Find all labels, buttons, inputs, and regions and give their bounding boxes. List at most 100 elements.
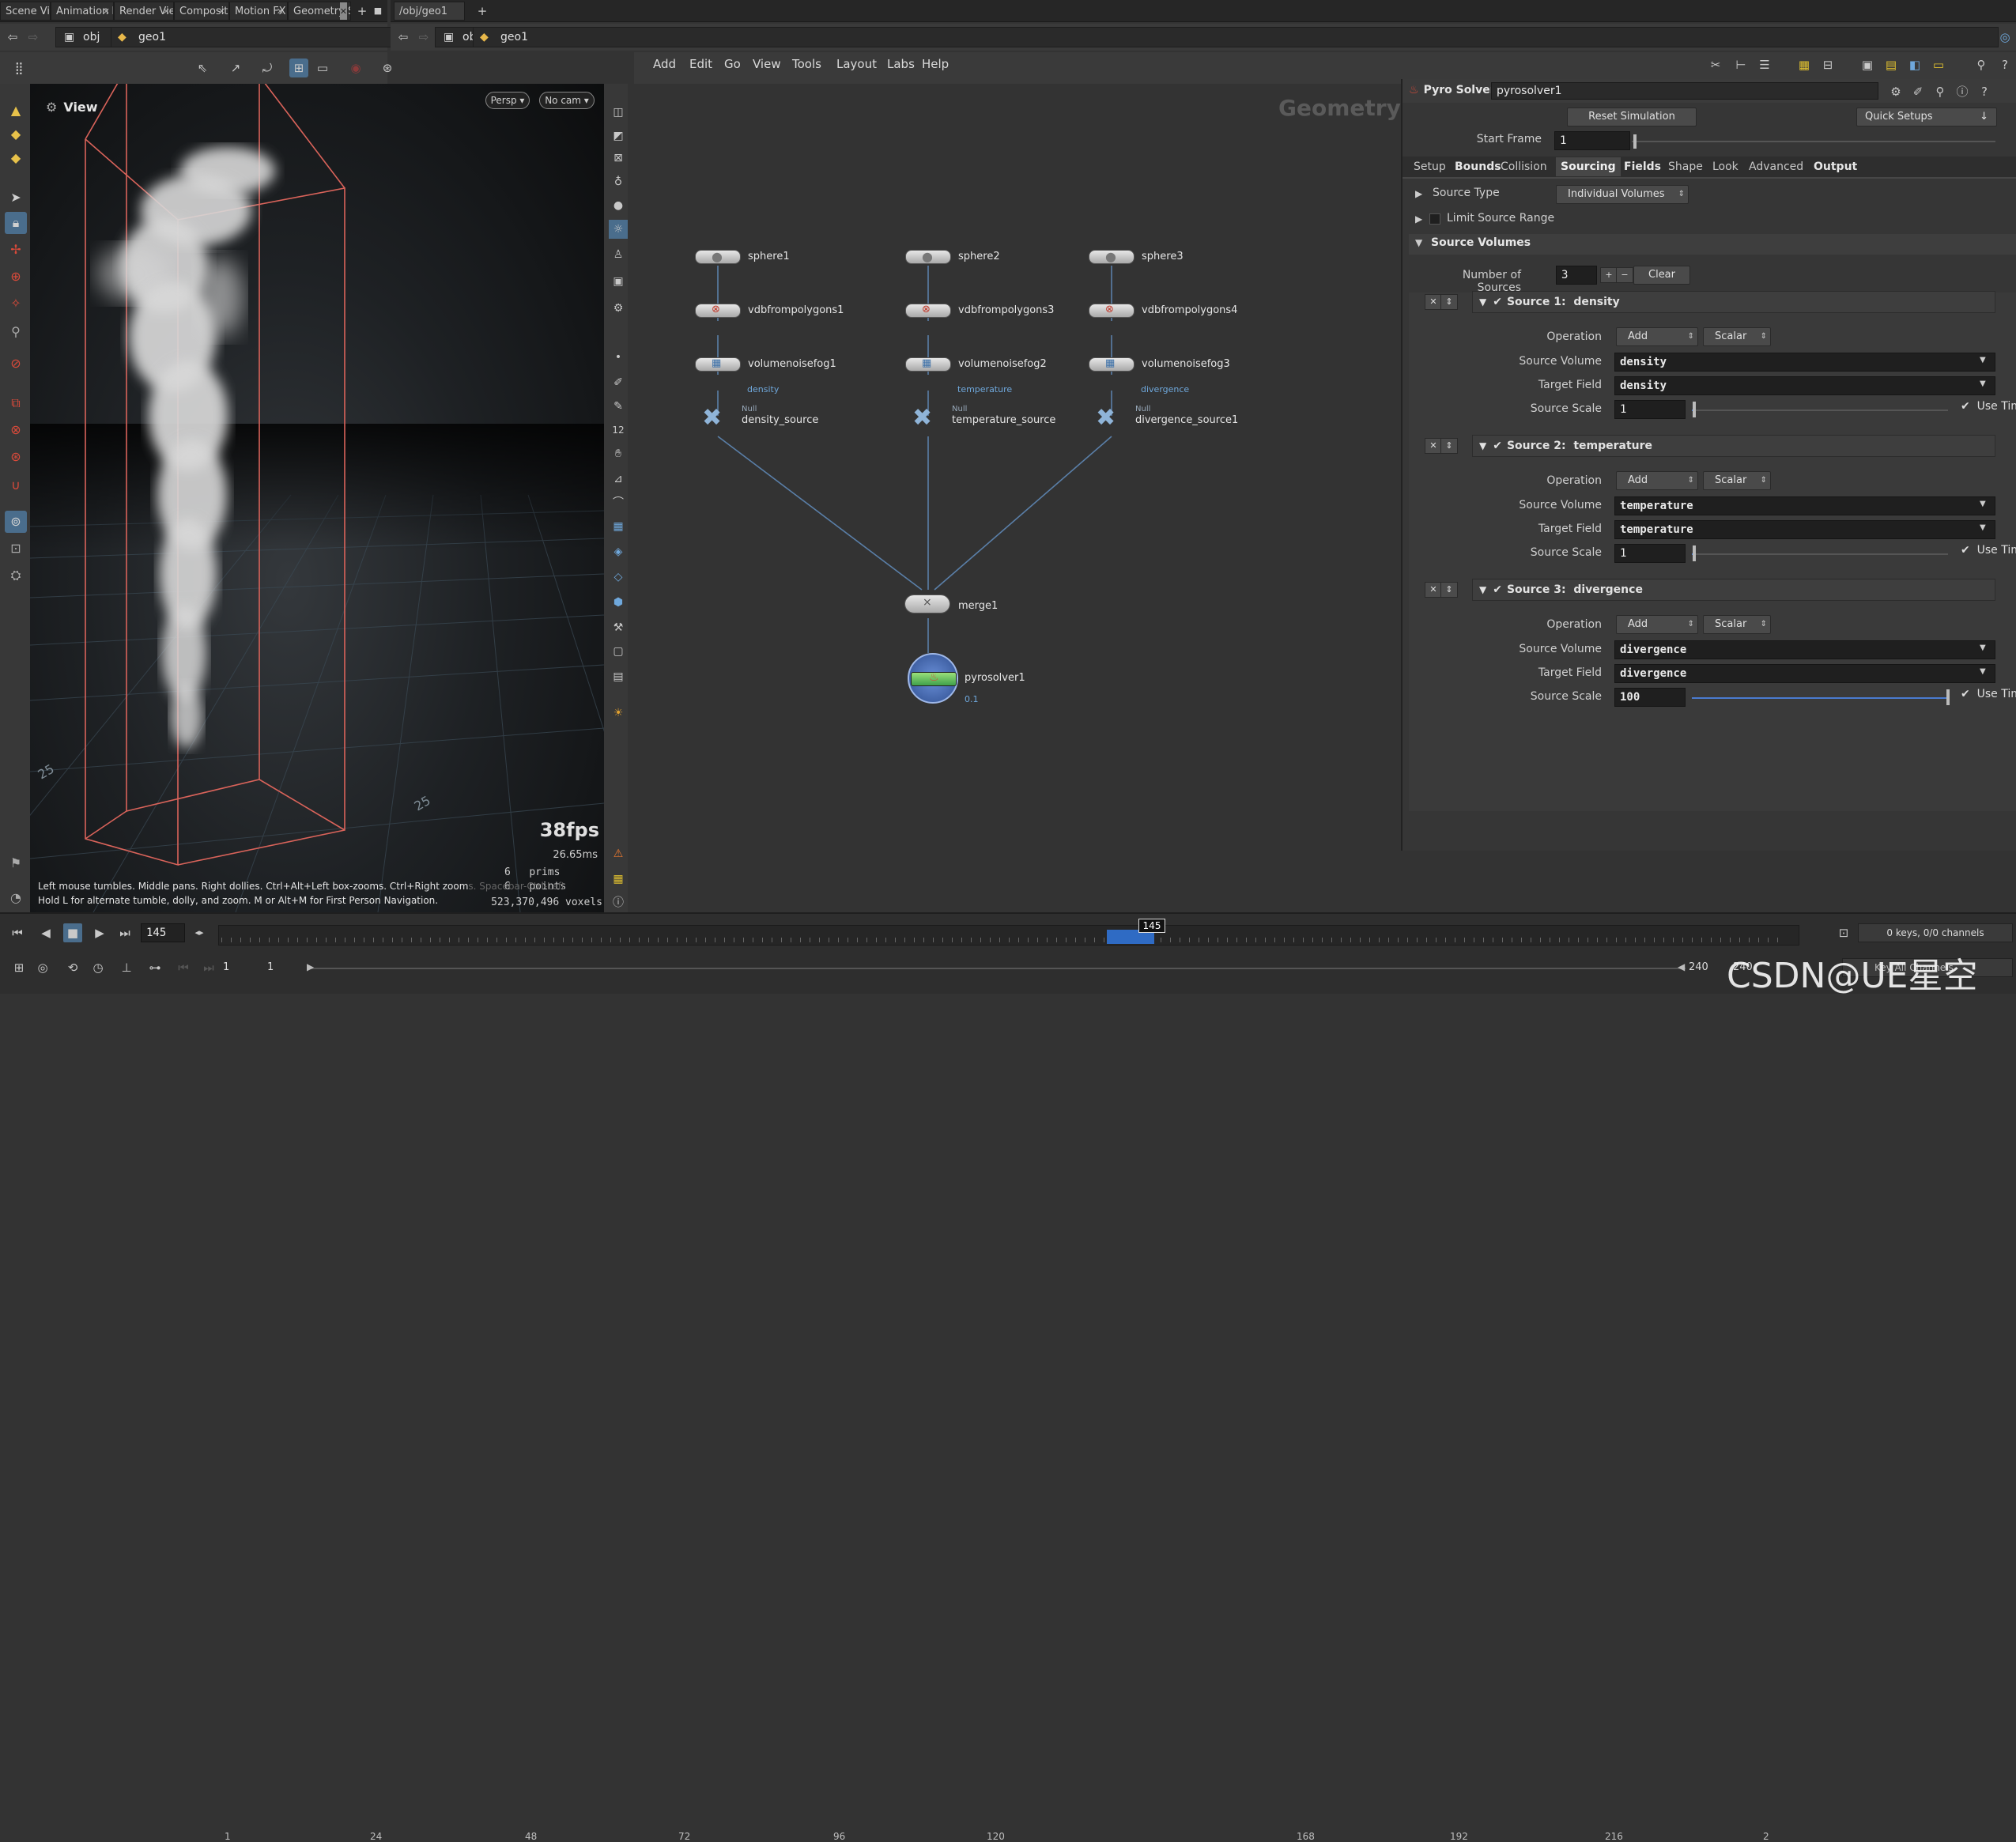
- back-arrow-icon[interactable]: ⇦: [394, 28, 413, 47]
- node-merge1[interactable]: ⨯: [904, 594, 950, 613]
- image-icon[interactable]: ▣: [1858, 55, 1877, 74]
- rotate-icon[interactable]: ⤾: [258, 59, 277, 77]
- menu-tools[interactable]: Tools: [792, 57, 821, 71]
- tab-obj-geo1[interactable]: /obj/geo1: [394, 2, 465, 21]
- slider-handle[interactable]: [1946, 689, 1950, 705]
- target-field-field[interactable]: divergence: [1614, 664, 1995, 683]
- palette-icon[interactable]: ◧: [1905, 55, 1924, 74]
- node-sphere2[interactable]: ●: [905, 249, 951, 264]
- dot-icon[interactable]: •: [609, 348, 628, 367]
- tab-scene-view[interactable]: Scene View: [0, 2, 51, 21]
- lasso-icon[interactable]: ⊗: [5, 419, 27, 441]
- operation-dropdown[interactable]: Add ⇕: [1616, 471, 1698, 490]
- value-type-dropdown[interactable]: Scalar ⇕: [1703, 615, 1771, 634]
- node-temperature-source[interactable]: ✖: [912, 406, 932, 430]
- expand-arrow-icon[interactable]: ▶: [1415, 188, 1422, 199]
- render-icon[interactable]: ▤: [609, 667, 628, 686]
- light3-icon[interactable]: ☀: [609, 704, 628, 723]
- audio-icon[interactable]: ◎: [33, 958, 52, 977]
- jump-start-icon[interactable]: ⏮: [8, 923, 27, 942]
- node-name-field[interactable]: pyrosolver1: [1491, 82, 1878, 100]
- range-start2-field[interactable]: 1: [267, 961, 307, 973]
- move-instance-icon[interactable]: ⇕: [1440, 582, 1458, 598]
- cube-icon[interactable]: ◈: [609, 542, 628, 561]
- value-type-dropdown[interactable]: Scalar ⇕: [1703, 471, 1771, 490]
- layout-icon[interactable]: ▦: [609, 870, 628, 889]
- use-timestep-toggle[interactable]: ✔ Use Timestep: [1961, 688, 2016, 700]
- remove-source-button[interactable]: −: [1616, 267, 1633, 283]
- scale-icon[interactable]: ⧉: [5, 392, 27, 414]
- clear-button[interactable]: Clear: [1633, 266, 1690, 285]
- points-mode-icon[interactable]: ◆: [5, 123, 27, 145]
- frame-icon[interactable]: ▭: [313, 59, 332, 77]
- hand-icon[interactable]: ✋︎: [609, 444, 628, 463]
- menu-layout[interactable]: Layout: [836, 57, 877, 71]
- tab-motion-fx-view[interactable]: Motion FX View✕: [229, 2, 288, 21]
- attract-icon[interactable]: ∪: [5, 474, 27, 496]
- persp-button[interactable]: Persp ▾: [485, 92, 530, 109]
- node-sphere3[interactable]: ●: [1089, 249, 1134, 264]
- node-vdbfrompolygons4[interactable]: ⊗: [1089, 304, 1134, 318]
- wrench-icon[interactable]: ✂: [1706, 55, 1725, 74]
- help-icon[interactable]: ?: [1975, 82, 1994, 101]
- chevron-down-icon[interactable]: ▼: [1980, 500, 1986, 508]
- node-divergence-source1[interactable]: ✖: [1096, 406, 1116, 430]
- warning-icon[interactable]: ⚠: [609, 844, 628, 863]
- add-source-button[interactable]: +: [1600, 267, 1618, 283]
- step-arrows-icon[interactable]: ◂▸: [190, 923, 209, 942]
- pen-icon[interactable]: ✎: [609, 397, 628, 416]
- remove-instance-icon[interactable]: ✕: [1425, 294, 1442, 310]
- stop-icon[interactable]: ■: [63, 923, 82, 942]
- node-sphere1[interactable]: ●: [695, 249, 741, 264]
- display-icon[interactable]: ◫: [609, 103, 628, 122]
- remove-instance-icon[interactable]: ✕: [1425, 438, 1442, 454]
- wand-icon[interactable]: ⚑: [5, 852, 27, 874]
- sculpt-icon[interactable]: ⚒: [609, 618, 628, 637]
- move-icon[interactable]: ↗: [226, 59, 245, 77]
- tab-shape[interactable]: Shape: [1663, 157, 1708, 176]
- tab-setup[interactable]: Setup: [1409, 157, 1451, 176]
- tree-icon[interactable]: ⊢: [1731, 55, 1750, 74]
- operation-dropdown[interactable]: Add ⇕: [1616, 615, 1698, 634]
- collapse-arrow-icon[interactable]: ▼: [1415, 237, 1422, 248]
- brush-icon[interactable]: ✐: [1908, 82, 1927, 101]
- tab-composite-view[interactable]: Composite View✕: [174, 2, 229, 21]
- menu-go[interactable]: Go: [724, 57, 741, 71]
- range-end-handle[interactable]: ◀: [1678, 961, 1685, 972]
- tab-geometry-spreadsheet[interactable]: Geometry Sprea...✕: [288, 2, 351, 21]
- value-type-dropdown[interactable]: Scalar ⇕: [1703, 327, 1771, 346]
- limit-source-checkbox[interactable]: [1429, 213, 1440, 225]
- box-icon[interactable]: ⬢: [609, 593, 628, 612]
- viewport-3d[interactable]: 25 25 ⚙ View Persp ▾ No cam ▾ 38fps 26.65…: [30, 84, 604, 912]
- tab-animation-editor[interactable]: Animation Editor✕: [51, 2, 114, 21]
- gear-icon[interactable]: ⚙: [609, 299, 628, 318]
- info-icon[interactable]: ⓘ: [609, 893, 628, 912]
- chevron-down-icon[interactable]: ▼: [1980, 667, 1986, 676]
- forward-arrow-icon[interactable]: ⇨: [414, 28, 433, 47]
- node-volumenoisefog1[interactable]: ▦: [695, 357, 741, 372]
- info-icon[interactable]: ⓘ: [1953, 82, 1972, 101]
- paint-icon[interactable]: ⊛: [5, 446, 27, 468]
- twelve-icon[interactable]: 12: [609, 421, 628, 440]
- reset-simulation-button[interactable]: Reset Simulation: [1567, 108, 1697, 126]
- move-instance-icon[interactable]: ⇕: [1440, 294, 1458, 310]
- bones-icon[interactable]: ⚲: [5, 321, 27, 343]
- tab-output[interactable]: Output: [1809, 157, 1862, 176]
- range-start-handle[interactable]: ▶: [307, 961, 314, 972]
- source-volume-field[interactable]: density: [1614, 353, 1995, 372]
- tab-render-view[interactable]: Render View✕: [114, 2, 174, 21]
- ruler-icon[interactable]: ⊥: [117, 958, 136, 977]
- viewport-title[interactable]: ⚙ View: [46, 100, 98, 115]
- tab-advanced[interactable]: Advanced: [1744, 157, 1808, 176]
- lattice-icon[interactable]: ◇: [609, 568, 628, 587]
- menu-edit[interactable]: Edit: [689, 57, 712, 71]
- grid-menu-icon[interactable]: ⣿: [9, 59, 28, 77]
- source-type-dropdown[interactable]: Individual Volumes ⇕: [1556, 185, 1689, 204]
- jump-end-icon[interactable]: ⏭: [115, 923, 134, 942]
- scope-icon[interactable]: ⊶: [145, 958, 164, 977]
- curve-icon[interactable]: ⌒: [609, 493, 628, 512]
- chevron-down-icon[interactable]: ▼: [1980, 523, 1986, 532]
- tab-fields[interactable]: Fields: [1619, 157, 1666, 176]
- bulb-icon[interactable]: ♁: [609, 172, 628, 191]
- link-icon[interactable]: ◎: [1995, 28, 2014, 47]
